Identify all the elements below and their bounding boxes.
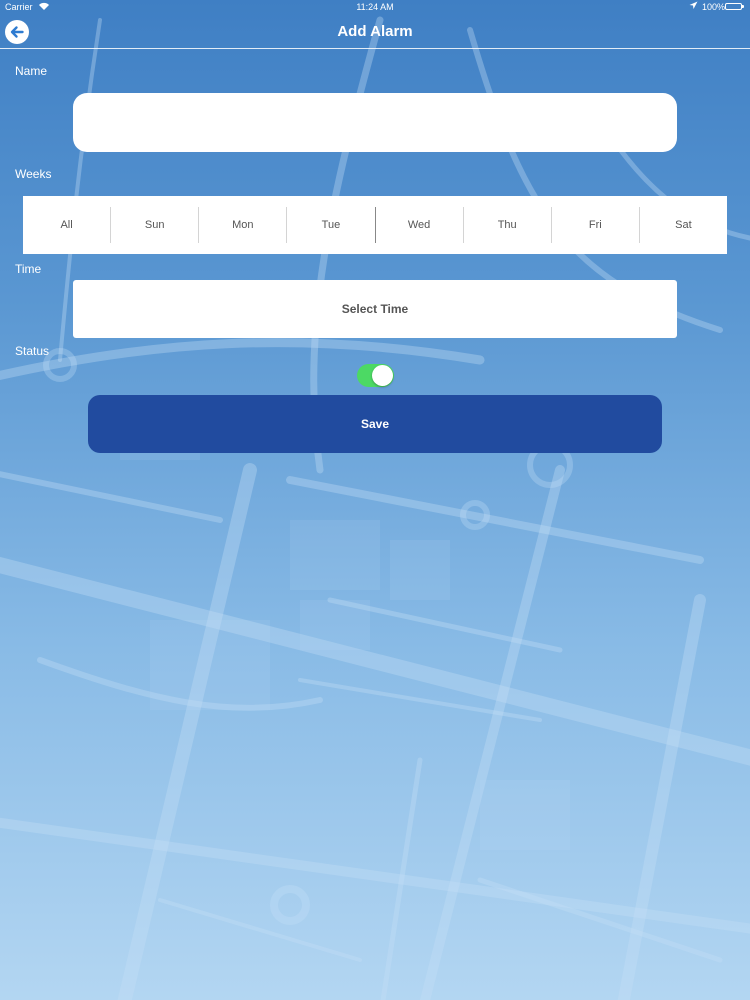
toggle-knob xyxy=(372,365,393,386)
weeks-label: Weeks xyxy=(15,167,52,181)
day-tue-button[interactable]: Tue xyxy=(286,207,374,243)
status-label: Status xyxy=(15,344,50,358)
day-sat-button[interactable]: Sat xyxy=(638,207,727,243)
time-label: Time xyxy=(15,262,42,276)
battery-icon xyxy=(725,3,744,10)
day-fri-button[interactable]: Fri xyxy=(550,207,639,243)
name-input[interactable] xyxy=(73,93,677,152)
page-title: Add Alarm xyxy=(337,23,413,40)
day-thu-button[interactable]: Thu xyxy=(462,207,551,243)
location-arrow-icon xyxy=(689,1,698,12)
day-sun-button[interactable]: Sun xyxy=(110,207,198,243)
day-all-button[interactable]: All xyxy=(23,207,110,243)
battery-percentage: 100% xyxy=(702,2,726,12)
name-label: Name xyxy=(15,64,48,78)
status-toggle[interactable] xyxy=(357,364,394,387)
status-time: 11:24 AM xyxy=(356,2,394,12)
save-button[interactable]: Save xyxy=(88,395,662,453)
day-wed-button[interactable]: Wed xyxy=(374,207,463,243)
weekday-selector: All Sun Mon Tue Wed Thu Fri Sat xyxy=(23,196,727,254)
select-time-button[interactable]: Select Time xyxy=(73,280,677,338)
status-bar: Carrier 11:24 AM 100% xyxy=(0,0,750,14)
day-mon-button[interactable]: Mon xyxy=(198,207,286,243)
navigation-bar: Add Alarm xyxy=(0,14,750,49)
